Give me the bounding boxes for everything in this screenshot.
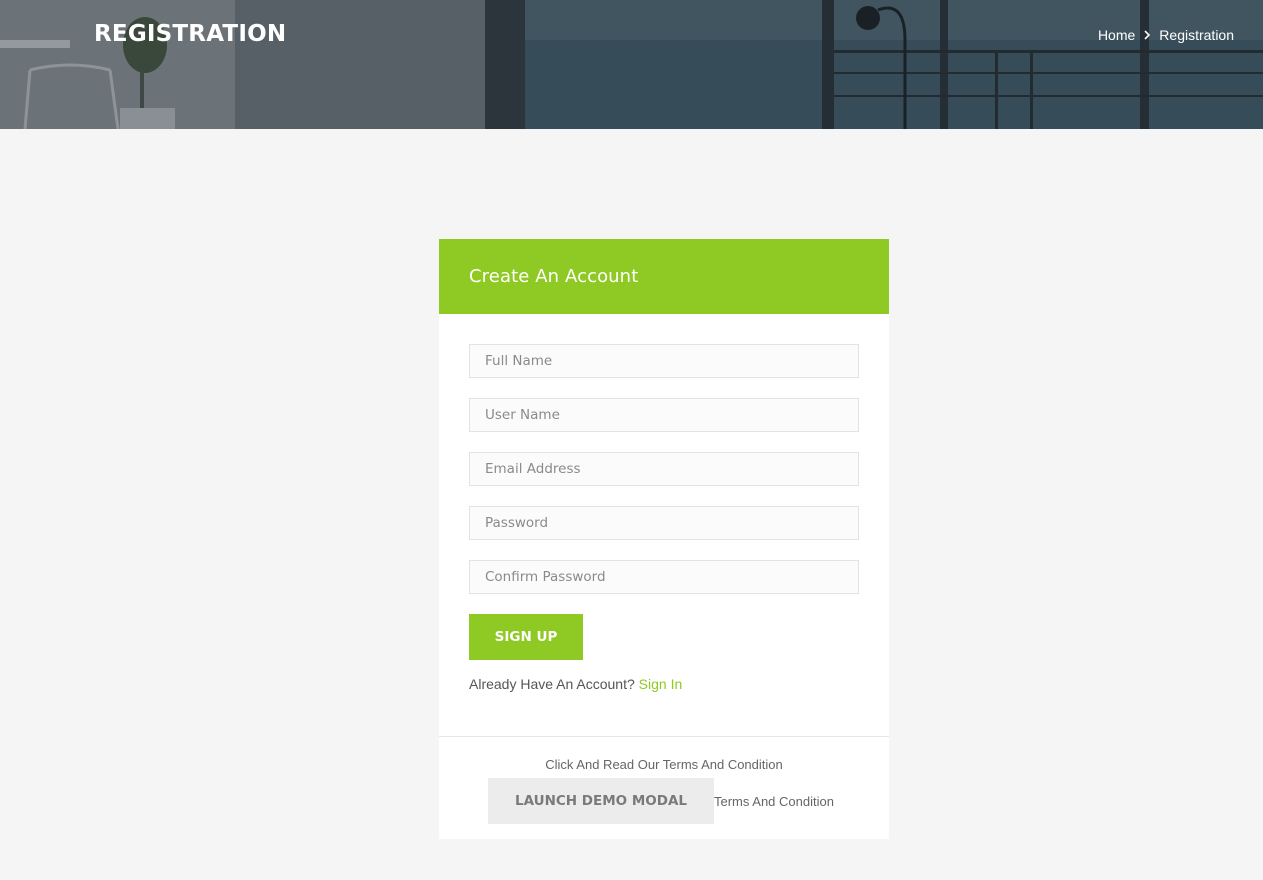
card-footer: Click And Read Our Terms And Condition L… (439, 736, 889, 839)
page-banner: REGISTRATION Home Registration (0, 0, 1263, 129)
terms-and-condition-link[interactable]: Terms And Condition (714, 794, 834, 809)
confirm-password-input[interactable] (469, 560, 859, 594)
password-input[interactable] (469, 506, 859, 540)
page-title: REGISTRATION (94, 21, 287, 47)
card-header: Create An Account (439, 239, 889, 314)
breadcrumb-home-link[interactable]: Home (1098, 27, 1135, 43)
registration-card: Create An Account SIGN UP Already Have A… (439, 239, 889, 839)
launch-demo-modal-button[interactable]: LAUNCH DEMO MODAL (488, 778, 714, 824)
registration-form: SIGN UP Already Have An Account? Sign In (439, 314, 889, 692)
full-name-input[interactable] (469, 344, 859, 378)
sign-up-button[interactable]: SIGN UP (469, 614, 583, 660)
banner-overlay (0, 0, 1263, 129)
terms-caption: Click And Read Our Terms And Condition (545, 757, 783, 772)
breadcrumb-current: Registration (1159, 27, 1234, 43)
signin-prompt-line: Already Have An Account? Sign In (469, 676, 859, 692)
email-input[interactable] (469, 452, 859, 486)
sign-in-link[interactable]: Sign In (639, 676, 683, 692)
breadcrumb: Home Registration (1098, 27, 1234, 43)
user-name-input[interactable] (469, 398, 859, 432)
chevron-right-icon (1141, 28, 1153, 42)
signin-prompt-text: Already Have An Account? (469, 676, 635, 692)
card-heading: Create An Account (469, 266, 639, 287)
